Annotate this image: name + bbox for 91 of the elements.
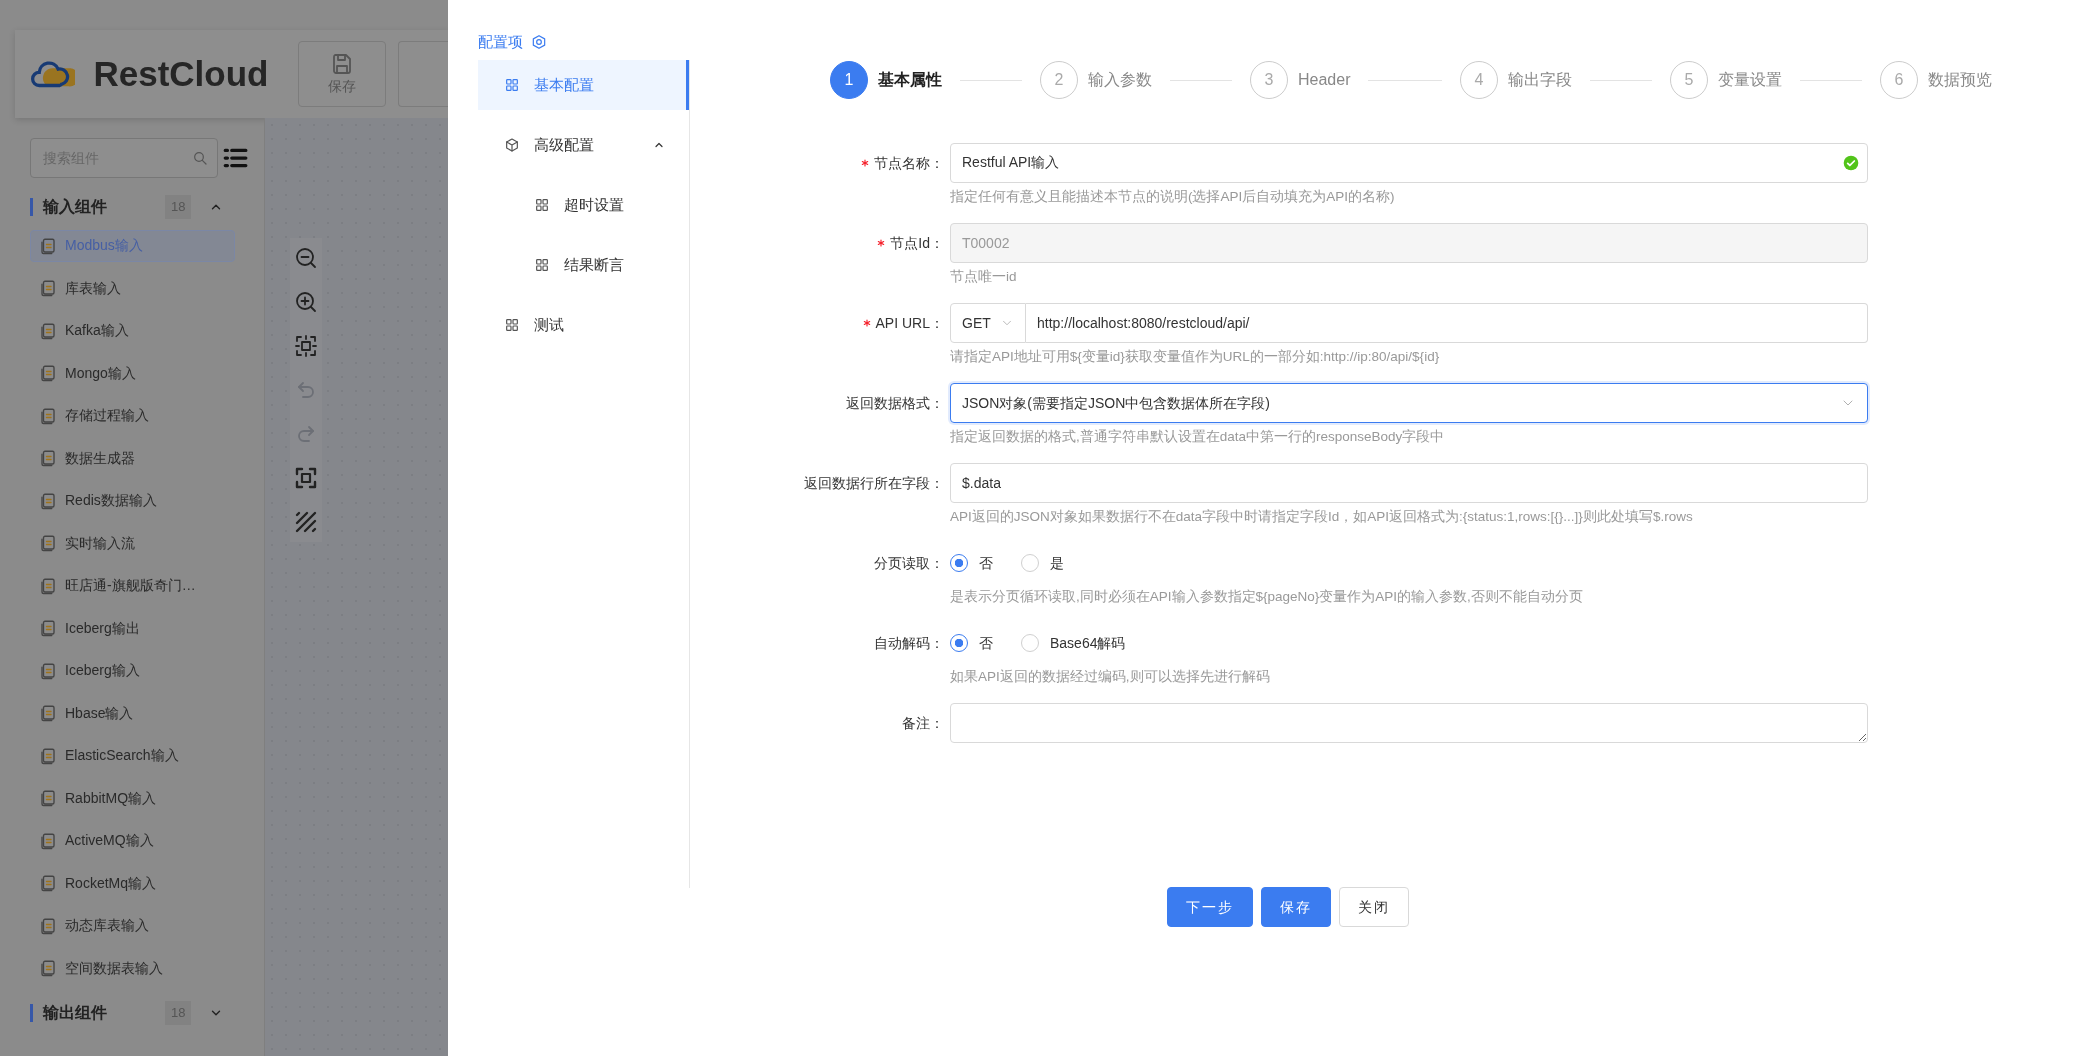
radio-label[interactable]: Base64解码 bbox=[1050, 632, 1126, 654]
step-label: 数据预览 bbox=[1928, 70, 1992, 90]
grid-icon bbox=[534, 257, 550, 273]
document-icon bbox=[39, 236, 57, 255]
grid-icon bbox=[504, 77, 520, 93]
select-field[interactable]: JSON对象(需要指定JSON中包含数据体所在字段) bbox=[950, 383, 1868, 423]
section-title: 配置项 bbox=[478, 32, 523, 52]
text-field[interactable]: $.data bbox=[950, 463, 1868, 503]
step-label: Header bbox=[1298, 70, 1351, 90]
document-icon bbox=[39, 704, 57, 722]
field-label: 返回数据格式： bbox=[846, 394, 944, 413]
document-icon bbox=[39, 576, 57, 595]
zoom-in-icon[interactable] bbox=[294, 290, 318, 314]
menu-item[interactable]: 结果断言 bbox=[478, 240, 689, 290]
component-item[interactable]: Mongo输入 bbox=[30, 357, 235, 389]
action-button[interactable]: 保存 bbox=[1261, 887, 1331, 927]
toolbar-button[interactable]: 保存 bbox=[298, 41, 387, 107]
component-item[interactable]: ElasticSearch输入 bbox=[30, 739, 235, 772]
hatch-pattern-icon[interactable] bbox=[294, 510, 318, 534]
component-item[interactable]: 存储过程输入 bbox=[30, 399, 235, 432]
document-icon bbox=[39, 831, 57, 850]
method-dropdown[interactable]: GET bbox=[950, 303, 1026, 343]
document-icon bbox=[39, 874, 57, 892]
component-item[interactable]: Kafka输入 bbox=[30, 314, 235, 347]
field-label: API URL： bbox=[875, 314, 944, 333]
url-field[interactable]: http://localhost:8080/restcloud/api/ bbox=[1026, 303, 1868, 343]
help-text: 指定返回数据的格式,普通字符串默认设置在data中第一行的responseBody字段中 bbox=[950, 428, 1446, 446]
document-icon bbox=[39, 916, 57, 935]
document-icon bbox=[39, 491, 57, 510]
cube-icon bbox=[504, 137, 520, 153]
component-item[interactable]: Hbase输入 bbox=[30, 697, 235, 729]
grid-icon bbox=[534, 197, 550, 213]
document-icon bbox=[39, 959, 57, 977]
help-text: 指定任何有意义且能描述本节点的说明(选择API后自动填充为API的名称) bbox=[950, 188, 1396, 206]
component-item[interactable]: ActiveMQ输入 bbox=[30, 824, 235, 857]
action-button[interactable]: 关闭 bbox=[1339, 887, 1409, 927]
step-number: 1 bbox=[830, 61, 868, 99]
component-item[interactable]: 数据生成器 bbox=[30, 442, 235, 474]
menu-item[interactable]: 测试 bbox=[478, 300, 689, 350]
field-label: 节点Id： bbox=[890, 234, 944, 253]
step-label: 基本属性 bbox=[878, 70, 942, 90]
grid-icon bbox=[504, 317, 520, 333]
radio-button[interactable] bbox=[950, 634, 968, 652]
radio-label[interactable]: 否 bbox=[979, 552, 993, 574]
document-icon bbox=[39, 619, 57, 637]
document-icon bbox=[39, 449, 57, 467]
field-label: 分页读取： bbox=[874, 554, 944, 573]
component-item[interactable]: 库表输入 bbox=[30, 272, 235, 304]
component-item[interactable]: Iceberg输出 bbox=[30, 612, 235, 644]
logo-text: RestCloud bbox=[93, 52, 269, 95]
component-item[interactable]: 空间数据表输入 bbox=[30, 952, 235, 984]
radio-button[interactable] bbox=[950, 554, 968, 572]
document-icon bbox=[39, 534, 57, 552]
step-label: 输出字段 bbox=[1508, 70, 1572, 90]
step-label: 输入参数 bbox=[1088, 70, 1152, 90]
document-icon bbox=[39, 746, 57, 765]
component-item[interactable]: RabbitMQ输入 bbox=[30, 782, 235, 814]
component-item[interactable]: 旺店通-旗舰版奇门… bbox=[30, 569, 235, 602]
document-icon bbox=[39, 279, 57, 297]
menu-item[interactable]: 基本配置 bbox=[478, 60, 689, 110]
radio-label[interactable]: 是 bbox=[1050, 552, 1064, 574]
component-item[interactable]: 动态库表输入 bbox=[30, 909, 235, 942]
radio-label[interactable]: 否 bbox=[979, 632, 993, 654]
menu-item[interactable]: 超时设置 bbox=[478, 180, 689, 230]
field-label: 自动解码： bbox=[874, 634, 944, 653]
help-text: 是表示分页循环读取,同时必须在API输入参数指定${pageNo}变量作为API的输入参数,否则不能自动分页 bbox=[950, 588, 1584, 606]
component-item[interactable]: RocketMq输入 bbox=[30, 867, 235, 899]
help-text: 节点唯一id bbox=[950, 268, 1018, 286]
field-label: 节点名称： bbox=[874, 154, 944, 173]
fullscreen-icon[interactable] bbox=[294, 466, 318, 490]
text-field[interactable]: Restful API输入 bbox=[950, 143, 1868, 183]
help-text: 请指定API地址可用${变量id}获取变量值作为URL的一部分如:http://ip:80/api/${id} bbox=[950, 348, 1441, 366]
step-label: 变量设置 bbox=[1718, 70, 1782, 90]
zoom-out-icon[interactable] bbox=[294, 246, 318, 270]
component-item[interactable]: Redis数据输入 bbox=[30, 484, 235, 517]
document-icon bbox=[39, 364, 57, 382]
menu-item[interactable]: 高级配置 bbox=[478, 120, 689, 170]
field-label: 返回数据行所在字段： bbox=[804, 474, 944, 493]
document-icon bbox=[39, 321, 57, 340]
action-button[interactable]: 下一步 bbox=[1167, 887, 1253, 927]
remarks-field[interactable] bbox=[950, 703, 1868, 743]
document-icon bbox=[39, 406, 57, 425]
help-text: API返回的JSON对象如果数据行不在data字段中时请指定字段Id，如API返回格式为:{status:1,rows:[{}...]}则此处填写$.rows bbox=[950, 508, 1694, 526]
help-text: 如果API返回的数据经过编码,则可以选择先进行解码 bbox=[950, 668, 1271, 686]
document-icon bbox=[39, 661, 57, 680]
document-icon bbox=[39, 789, 57, 807]
settings-icon bbox=[531, 34, 547, 50]
field-label: 备注： bbox=[902, 714, 944, 733]
component-item[interactable]: Iceberg输入 bbox=[30, 654, 235, 687]
fit-view-icon[interactable] bbox=[294, 334, 318, 358]
component-item[interactable]: 实时输入流 bbox=[30, 527, 235, 559]
